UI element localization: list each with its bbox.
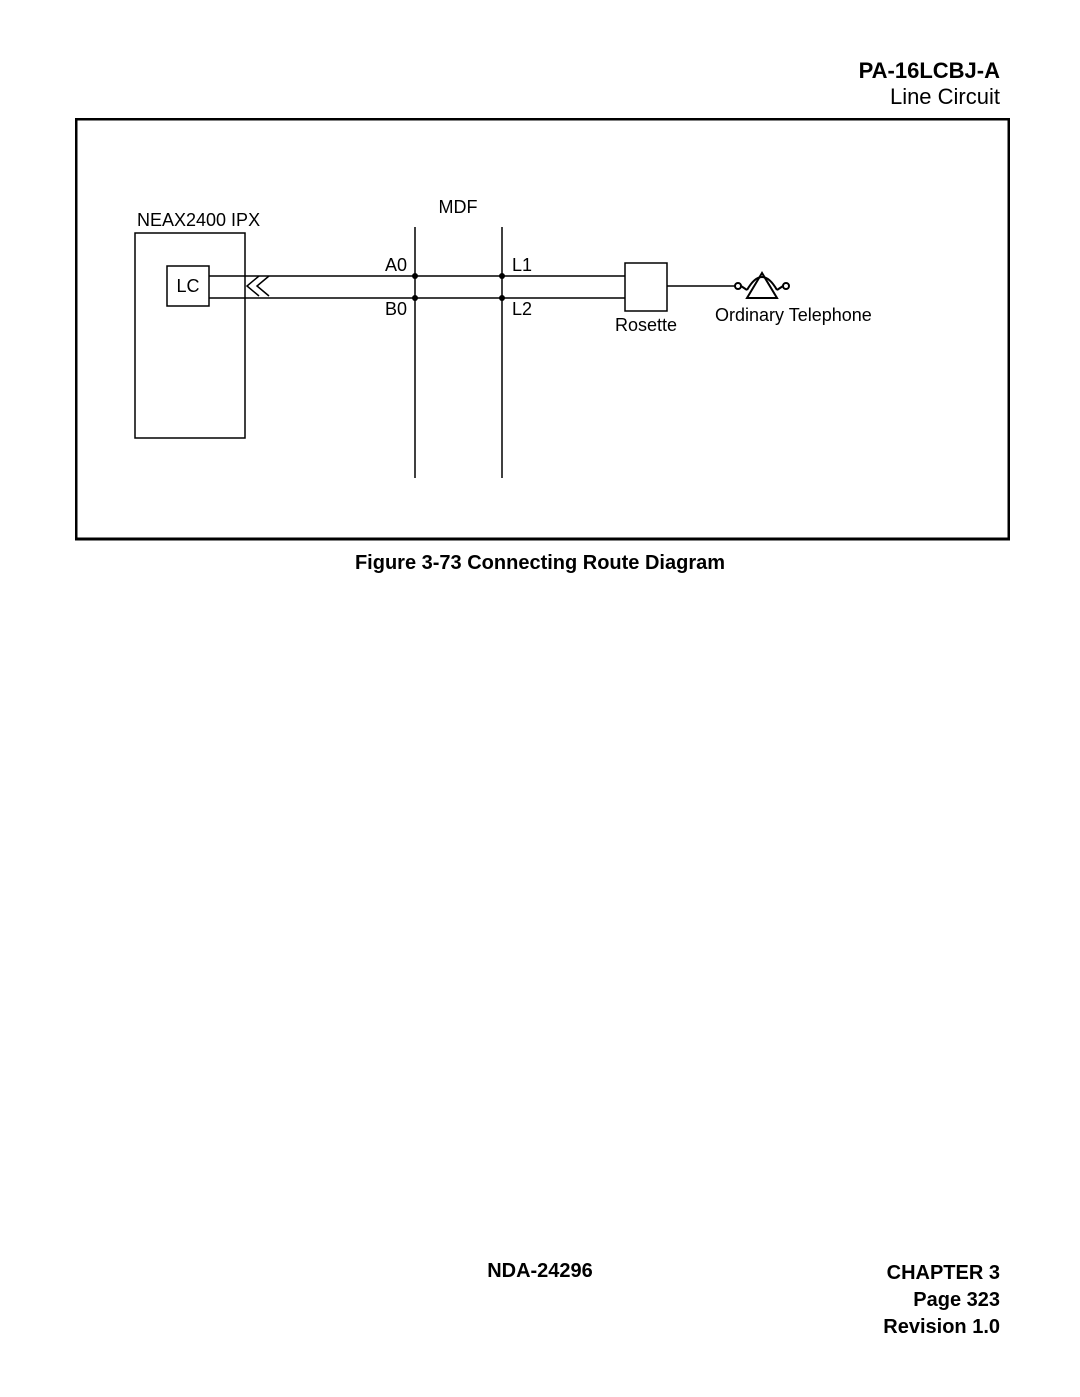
rosette-box	[625, 263, 667, 311]
lc-label: LC	[176, 276, 199, 296]
l2-label: L2	[512, 299, 532, 319]
l1-label: L1	[512, 255, 532, 275]
document-page: PA-16LCBJ-A Line Circuit NEAX2400 IPX LC…	[0, 0, 1080, 1397]
connecting-route-svg: NEAX2400 IPX LC MDF A0 B0	[75, 118, 1010, 548]
mdf-label: MDF	[439, 197, 478, 217]
revision-label: Revision 1.0	[883, 1314, 1000, 1341]
chapter-label: CHAPTER 3	[883, 1260, 1000, 1287]
product-subtitle: Line Circuit	[890, 84, 1000, 110]
page-number: Page 323	[883, 1287, 1000, 1314]
footer-meta: CHAPTER 3 Page 323 Revision 1.0	[883, 1260, 1000, 1341]
cable-arrow-icon	[247, 276, 269, 296]
b0-label: B0	[385, 299, 407, 319]
diagram-figure: NEAX2400 IPX LC MDF A0 B0	[75, 118, 1010, 548]
telephone-icon	[735, 273, 789, 298]
product-code: PA-16LCBJ-A	[859, 58, 1000, 84]
a0-label: A0	[385, 255, 407, 275]
telephone-label: Ordinary Telephone	[715, 305, 872, 325]
system-label: NEAX2400 IPX	[137, 210, 260, 230]
figure-frame	[76, 119, 1009, 539]
figure-caption: Figure 3-73 Connecting Route Diagram	[0, 552, 1080, 575]
rosette-label: Rosette	[615, 315, 677, 335]
system-box	[135, 233, 245, 438]
